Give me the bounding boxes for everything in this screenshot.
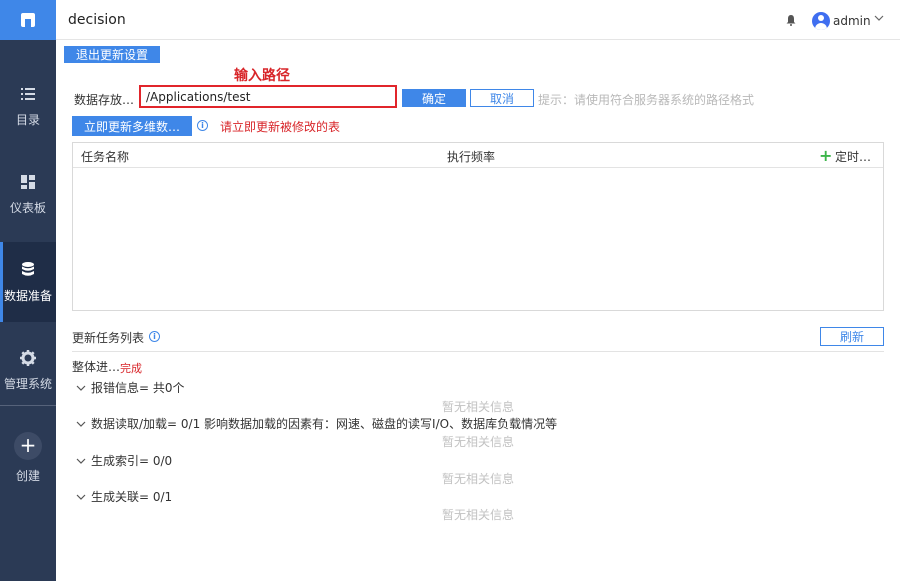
column-header-task-name: 任务名称 <box>81 150 130 164</box>
bell-icon[interactable] <box>786 15 796 26</box>
avatar[interactable] <box>812 12 830 30</box>
app-title: decision <box>68 12 126 28</box>
refresh-button[interactable]: 刷新 <box>820 327 884 346</box>
empty-message: 暂无相关信息 <box>442 508 515 522</box>
table-header: 任务名称 执行频率 + 定时… <box>73 143 883 168</box>
column-header-frequency: 执行频率 <box>447 150 496 164</box>
group-label: 数据读取/加载= 0/1 影响数据加载的因素有：网速、磁盘的读写I/O、数据库负… <box>91 417 558 431</box>
add-icon[interactable]: + <box>819 146 832 165</box>
empty-message: 暂无相关信息 <box>442 472 515 486</box>
list-icon <box>19 85 37 103</box>
create-label: 创建 <box>15 469 40 483</box>
group-build-index[interactable]: 生成索引= 0/0 <box>76 452 172 469</box>
column-header-timer: 定时… <box>835 150 872 164</box>
dashboard-icon <box>19 173 37 191</box>
sidebar: 目录 仪表板 数据准备 管理系统 + 创建 <box>0 0 56 581</box>
chevron-down-icon <box>76 421 86 427</box>
task-table: 任务名称 执行频率 + 定时… <box>72 142 884 311</box>
sidebar-item-label: 仪表板 <box>9 200 46 215</box>
group-label: 生成索引= 0/0 <box>91 454 173 468</box>
progress-status: 完成 <box>120 362 142 375</box>
database-icon <box>19 261 37 279</box>
empty-message: 暂无相关信息 <box>442 400 515 414</box>
annotation-note: 请立即更新被修改的表 <box>220 120 341 134</box>
info-icon[interactable]: i <box>197 120 208 131</box>
gear-icon <box>19 349 37 367</box>
logo[interactable] <box>0 0 56 40</box>
task-list-title: 更新任务列表 <box>72 331 145 345</box>
top-bar: decision admin <box>56 0 900 40</box>
sidebar-item-label: 目录 <box>15 112 40 127</box>
update-now-button[interactable]: 立即更新多维数… <box>72 116 192 136</box>
empty-message: 暂无相关信息 <box>442 435 515 449</box>
cancel-button[interactable]: 取消 <box>470 89 534 107</box>
sidebar-item-admin[interactable]: 管理系统 <box>0 330 56 410</box>
sidebar-item-catalog[interactable]: 目录 <box>0 66 56 146</box>
progress-label: 整体进… <box>72 360 121 374</box>
path-input[interactable] <box>139 85 397 108</box>
chevron-down-icon[interactable] <box>874 12 884 22</box>
sidebar-item-data-prep[interactable]: 数据准备 <box>0 242 56 322</box>
group-error-info[interactable]: 报错信息= 共0个 <box>76 379 185 396</box>
chevron-down-icon <box>76 458 86 464</box>
main-content: 退出更新设置 输入路径 数据存放… 确定 取消 提示：请使用符合服务器系统的路径… <box>56 40 900 581</box>
plus-icon: + <box>14 432 42 460</box>
sidebar-item-label: 数据准备 <box>3 288 52 303</box>
sidebar-item-label: 管理系统 <box>3 376 52 391</box>
exit-update-settings-button[interactable]: 退出更新设置 <box>64 46 160 63</box>
confirm-button[interactable]: 确定 <box>402 89 466 107</box>
create-button[interactable]: + 创建 <box>0 432 56 484</box>
path-label: 数据存放… <box>74 93 135 107</box>
path-hint: 提示：请使用符合服务器系统的路径格式 <box>538 93 755 107</box>
chevron-down-icon <box>76 494 86 500</box>
divider <box>72 351 884 352</box>
info-icon[interactable]: i <box>149 331 160 342</box>
group-build-relation[interactable]: 生成关联= 0/1 <box>76 488 172 505</box>
sidebar-divider <box>0 405 56 406</box>
logo-icon <box>21 13 35 27</box>
username[interactable]: admin <box>833 14 871 28</box>
group-label: 报错信息= 共0个 <box>91 381 185 395</box>
annotation-title: 输入路径 <box>234 68 290 84</box>
group-data-loading[interactable]: 数据读取/加载= 0/1 影响数据加载的因素有：网速、磁盘的读写I/O、数据库负… <box>76 415 557 432</box>
chevron-down-icon <box>76 385 86 391</box>
group-label: 生成关联= 0/1 <box>91 490 173 504</box>
sidebar-item-dashboard[interactable]: 仪表板 <box>0 154 56 234</box>
